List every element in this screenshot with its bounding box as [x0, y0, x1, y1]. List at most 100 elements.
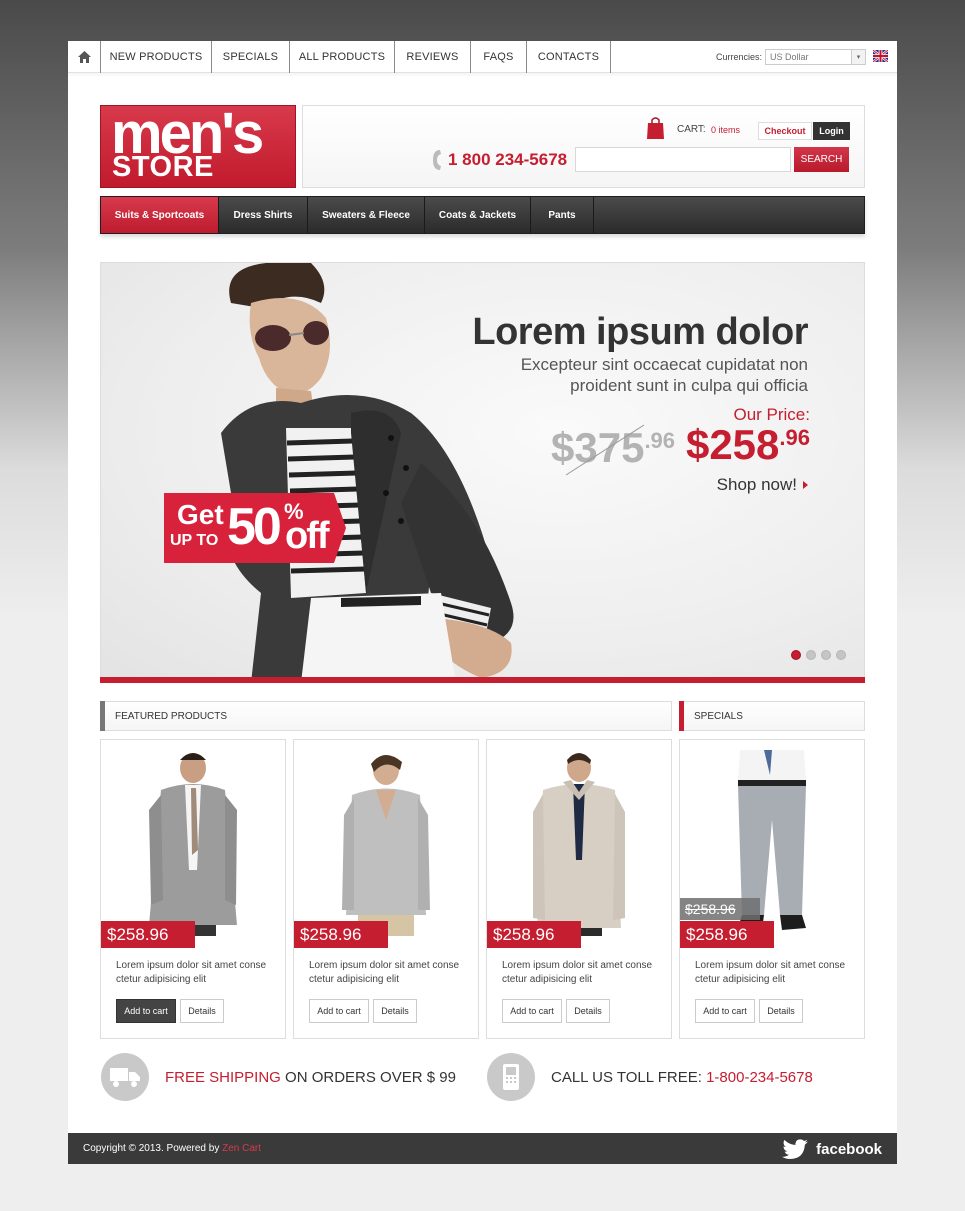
shipping-circle — [101, 1053, 149, 1101]
banner-title: Lorem ipsum dolor — [472, 311, 808, 353]
checkout-button[interactable]: Checkout — [758, 122, 812, 140]
cart-count[interactable]: 0 items — [711, 125, 740, 135]
call-circle — [487, 1053, 535, 1101]
category-suits[interactable]: Suits & Sportcoats — [101, 197, 219, 233]
toll-free-text: CALL US TOLL FREE: 1-800-234-5678 — [551, 1069, 813, 1086]
specials-heading: SPECIALS — [679, 701, 865, 731]
nav-new-products[interactable]: NEW PRODUCTS — [101, 41, 212, 73]
shipping-rest: ON ORDERS OVER $ 99 — [285, 1069, 456, 1086]
slide-dot-1[interactable] — [791, 650, 801, 660]
header-panel: CART: 0 items Checkout Login 1 800 234-5… — [302, 105, 865, 188]
product-description: Lorem ipsum dolor sit amet conse ctetur … — [502, 960, 653, 985]
category-sweaters[interactable]: Sweaters & Fleece — [308, 197, 425, 233]
chevron-down-icon: ▾ — [851, 50, 865, 64]
login-button[interactable]: Login — [813, 122, 850, 140]
arrow-right-icon — [803, 481, 808, 489]
category-pants[interactable]: Pants — [531, 197, 594, 233]
promo-number: 50 — [227, 498, 282, 556]
product-image-sweater[interactable] — [334, 750, 438, 936]
add-to-cart-button[interactable]: Add to cart — [309, 999, 369, 1023]
nav-contacts[interactable]: CONTACTS — [527, 41, 611, 73]
zen-cart-link[interactable]: Zen Cart — [222, 1143, 261, 1154]
details-button[interactable]: Details — [566, 999, 610, 1023]
call-label: CALL US TOLL FREE: — [551, 1069, 702, 1086]
product-description: Lorem ipsum dolor sit amet conse ctetur … — [695, 960, 846, 985]
product-price: $258.96 — [680, 921, 774, 948]
nav-reviews[interactable]: REVIEWS — [395, 41, 471, 73]
page-container: NEW PRODUCTS SPECIALS ALL PRODUCTS REVIE… — [68, 41, 897, 1133]
product-card: $258.96 Lorem ipsum dolor sit amet conse… — [100, 739, 286, 1039]
uk-flag-icon[interactable] — [873, 50, 888, 62]
category-menu: Suits & Sportcoats Dress Shirts Sweaters… — [100, 196, 865, 234]
nav-specials[interactable]: SPECIALS — [212, 41, 290, 73]
new-price-main: $258 — [685, 421, 780, 468]
copyright-label: Copyright © 2013. Powered by — [83, 1143, 220, 1154]
top-navigation: NEW PRODUCTS SPECIALS ALL PRODUCTS REVIE… — [68, 41, 897, 73]
promo-upto: UP TO — [170, 532, 219, 549]
social-links: facebook — [782, 1139, 882, 1159]
product-price: $258.96 — [294, 921, 388, 948]
call-number[interactable]: 1-800-234-5678 — [706, 1069, 813, 1086]
shop-now-label: Shop now! — [716, 475, 797, 494]
logo-line2: STORE — [112, 151, 214, 183]
slider-pagination — [791, 650, 846, 660]
home-icon — [77, 51, 91, 63]
phone-icon — [433, 150, 441, 170]
currency-label: Currencies: — [716, 52, 763, 62]
nav-faqs[interactable]: FAQS — [471, 41, 527, 73]
add-to-cart-button[interactable]: Add to cart — [695, 999, 755, 1023]
promo-off: off — [285, 515, 330, 557]
add-to-cart-button[interactable]: Add to cart — [502, 999, 562, 1023]
product-image-blazer[interactable] — [141, 750, 245, 936]
slide-dot-4[interactable] — [836, 650, 846, 660]
copyright-text: Copyright © 2013. Powered by Zen Cart — [83, 1143, 261, 1154]
shipping-highlight: FREE SHIPPING — [165, 1069, 281, 1086]
product-card: $258.96 Lorem ipsum dolor sit amet conse… — [293, 739, 479, 1039]
product-description: Lorem ipsum dolor sit amet conse ctetur … — [309, 960, 460, 985]
hero-banner[interactable]: Get UP TO 50 % off Lorem ipsum dolor Exc… — [100, 262, 865, 682]
slide-dot-3[interactable] — [821, 650, 831, 660]
footer: Copyright © 2013. Powered by Zen Cart fa… — [68, 1133, 897, 1164]
featured-heading-label: FEATURED PRODUCTS — [115, 710, 228, 722]
new-price-cents: .96 — [779, 425, 810, 450]
shop-now-link[interactable]: Shop now! — [717, 475, 808, 495]
banner-new-price: $258.96 — [686, 421, 810, 469]
mobile-phone-icon — [503, 1064, 519, 1090]
cart-label: CART: — [677, 124, 706, 135]
product-description: Lorem ipsum dolor sit amet conse ctetur … — [116, 960, 267, 985]
product-old-price: $258.96 — [680, 898, 760, 920]
details-button[interactable]: Details — [180, 999, 224, 1023]
facebook-link[interactable]: facebook — [816, 1141, 882, 1158]
product-image-trench-coat[interactable] — [527, 750, 631, 936]
banner-underline — [100, 677, 865, 683]
search-input[interactable] — [575, 147, 791, 172]
add-to-cart-button[interactable]: Add to cart — [116, 999, 176, 1023]
nav-all-products[interactable]: ALL PRODUCTS — [290, 41, 395, 73]
heading-accent — [679, 701, 684, 731]
currency-select[interactable]: US Dollar ▾ — [765, 49, 866, 65]
specials-heading-label: SPECIALS — [694, 710, 743, 722]
home-button[interactable] — [68, 41, 101, 73]
strike-line — [565, 424, 645, 476]
header-phone: 1 800 234-5678 — [448, 150, 568, 169]
category-dress-shirts[interactable]: Dress Shirts — [219, 197, 308, 233]
truck-icon — [110, 1068, 140, 1087]
details-button[interactable]: Details — [759, 999, 803, 1023]
old-price-cents: .96 — [644, 428, 676, 453]
currency-value: US Dollar — [770, 52, 809, 62]
shopping-bag-icon — [647, 117, 664, 139]
promo-get: Get — [177, 499, 224, 530]
product-card: $258.96 $258.96 Lorem ipsum dolor sit am… — [679, 739, 865, 1039]
free-shipping-text: FREE SHIPPING ON ORDERS OVER $ 99 — [165, 1069, 456, 1086]
heading-accent — [100, 701, 105, 731]
promo-text: Get UP TO 50 % off — [164, 495, 346, 563]
banner-subtitle: Excepteur sint occaecat cupidatat non pr… — [520, 355, 808, 395]
details-button[interactable]: Details — [373, 999, 417, 1023]
product-price: $258.96 — [487, 921, 581, 948]
slide-dot-2[interactable] — [806, 650, 816, 660]
featured-products-heading: FEATURED PRODUCTS — [100, 701, 672, 731]
search-button[interactable]: SEARCH — [794, 147, 849, 172]
twitter-icon[interactable] — [782, 1139, 809, 1159]
store-logo[interactable]: men's STORE — [100, 105, 296, 188]
category-coats[interactable]: Coats & Jackets — [425, 197, 531, 233]
